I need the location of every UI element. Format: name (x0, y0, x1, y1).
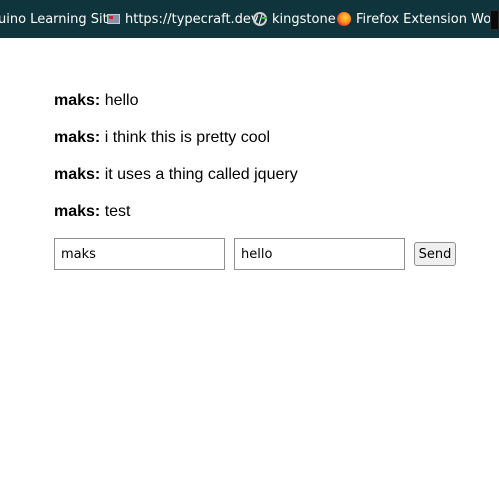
chat-message: maks: test (54, 199, 298, 236)
firefox-icon (337, 12, 351, 26)
message-text: i think this is pretty cool (104, 129, 271, 146)
message-username: maks: (54, 92, 101, 109)
message-text: it uses a thing called jquery (104, 166, 298, 183)
bookmark-typecraft[interactable]: https://typecraft.dev/ (107, 0, 263, 38)
message-username: maks: (54, 203, 101, 220)
chat-messages: maks: hello maks: i think this is pretty… (54, 88, 298, 236)
message-text: test (104, 203, 131, 220)
g-icon (253, 12, 267, 26)
message-username: maks: (54, 166, 101, 183)
bookmark-label: uino Learning Site (0, 11, 116, 27)
bookmarks-toolbar: uino Learning Site https://typecraft.dev… (0, 0, 499, 38)
chat-message: maks: i think this is pretty cool (54, 125, 298, 162)
bookmark-label: kingstone (272, 11, 336, 27)
bookmark-label: Firefox Extension Wor... (356, 11, 499, 27)
site-icon (107, 14, 120, 24)
message-input[interactable] (234, 238, 405, 270)
bookmark-overflow-edge[interactable] (490, 10, 499, 30)
bookmark-arduino-learning-site[interactable]: uino Learning Site (0, 0, 116, 38)
chat-message: maks: hello (54, 88, 298, 125)
send-button[interactable]: Send (414, 242, 456, 266)
bookmark-firefox-extension-workshop[interactable]: Firefox Extension Wor... (337, 0, 499, 38)
bookmark-label: https://typecraft.dev/ (125, 11, 263, 27)
message-text: hello (104, 92, 139, 109)
message-username: maks: (54, 129, 101, 146)
chat-message: maks: it uses a thing called jquery (54, 162, 298, 199)
bookmark-kingstone[interactable]: kingstone (253, 0, 336, 38)
username-input[interactable] (54, 238, 225, 270)
